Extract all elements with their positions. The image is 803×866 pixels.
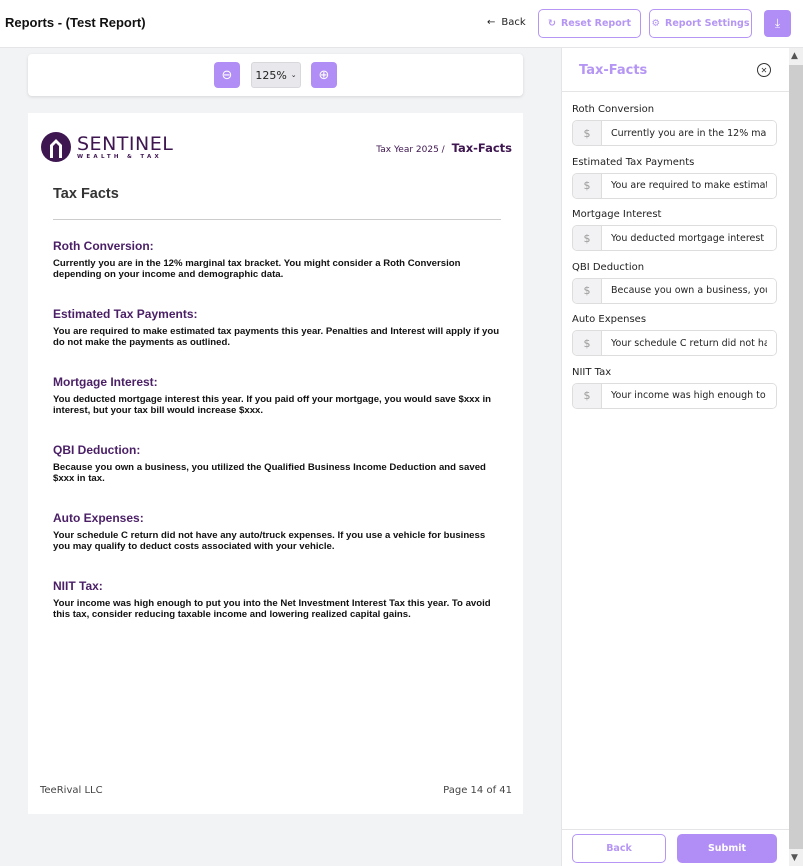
section-body: You are required to make estimated tax p… bbox=[53, 326, 500, 348]
field-label: Roth Conversion bbox=[572, 104, 655, 115]
dollar-icon: $ bbox=[573, 121, 602, 145]
refresh-icon: ↻ bbox=[548, 18, 556, 29]
dollar-icon: $ bbox=[573, 226, 602, 250]
form-field: Auto Expenses $ bbox=[572, 314, 777, 356]
submit-button[interactable]: Submit bbox=[677, 834, 777, 863]
tax-year: Tax Year 2025 bbox=[376, 145, 439, 155]
reset-report-button[interactable]: ↻ Reset Report bbox=[538, 9, 641, 38]
input-group: $ bbox=[572, 330, 777, 356]
tax-fact-section: QBI Deduction: Because you own a business… bbox=[53, 443, 503, 484]
form-field: Roth Conversion $ bbox=[572, 104, 777, 146]
sentinel-logo: SENTINEL WEALTH & TAX bbox=[41, 132, 173, 162]
panel-back-button[interactable]: Back bbox=[572, 834, 666, 863]
section-heading: Mortgage Interest: bbox=[53, 375, 158, 389]
zoom-value: 125% bbox=[255, 68, 287, 82]
section-heading: Roth Conversion: bbox=[53, 239, 154, 253]
divider bbox=[562, 91, 789, 92]
section-heading: QBI Deduction: bbox=[53, 443, 141, 457]
tax-fact-section: Roth Conversion: Currently you are in the… bbox=[53, 239, 503, 280]
close-icon[interactable]: ✕ bbox=[757, 63, 771, 77]
field-input[interactable] bbox=[602, 121, 776, 145]
form-field: Estimated Tax Payments $ bbox=[572, 157, 777, 199]
download-icon: ⤓ bbox=[774, 16, 781, 30]
field-label: QBI Deduction bbox=[572, 261, 645, 273]
back-label: Back bbox=[501, 17, 526, 28]
footer-company: TeeRival LLC bbox=[40, 785, 103, 796]
divider bbox=[53, 219, 501, 220]
scrollbar[interactable]: ▲ ▼ bbox=[789, 48, 803, 866]
report-page: SENTINEL WEALTH & TAX Tax Year 2025 / Tax… bbox=[28, 113, 523, 814]
page-number: Page 14 of 41 bbox=[443, 785, 512, 796]
field-input[interactable] bbox=[602, 383, 776, 408]
input-group: $ bbox=[572, 382, 777, 409]
gear-icon: ⚙ bbox=[651, 18, 661, 29]
form-field: NIIT Tax $ bbox=[572, 367, 777, 409]
section-body: Because you own a business, you utilized… bbox=[53, 462, 486, 484]
section-body: You deducted mortgage interest this year… bbox=[53, 394, 492, 416]
dollar-icon: $ bbox=[573, 278, 602, 303]
field-label: Mortgage Interest bbox=[572, 209, 662, 220]
edit-panel: Tax-Facts ✕ Roth Conversion$Estimated Ta… bbox=[561, 48, 789, 866]
field-label: Estimated Tax Payments bbox=[572, 156, 695, 168]
dollar-icon: $ bbox=[573, 173, 602, 198]
top-header: Reports - (Test Report) ← Back ↻ Reset Rep… bbox=[0, 0, 803, 48]
back-link[interactable]: ← Back bbox=[487, 17, 526, 28]
section-body: Your schedule C return did not have any … bbox=[53, 530, 486, 552]
zoom-out-button[interactable]: ⊖ bbox=[214, 62, 240, 88]
arrow-left-icon: ← bbox=[487, 17, 496, 28]
input-group: $ bbox=[572, 225, 777, 251]
tax-fact-section: Mortgage Interest: You deducted mortgage … bbox=[53, 375, 503, 416]
section-name: Tax-Facts bbox=[451, 141, 512, 155]
divider bbox=[562, 829, 789, 830]
zoom-select[interactable]: 125% ⌄ bbox=[251, 62, 301, 88]
tax-fact-section: Auto Expenses: Your schedule C return did… bbox=[53, 511, 503, 552]
form-field: QBI Deduction $ bbox=[572, 262, 777, 304]
chevron-down-icon: ⌄ bbox=[290, 71, 297, 79]
form-field: Mortgage Interest $ bbox=[572, 209, 777, 251]
download-button[interactable]: ⤓ bbox=[764, 10, 791, 37]
input-group: $ bbox=[572, 172, 777, 199]
zoom-toolbar: ⊖ 125% ⌄ ⊕ bbox=[28, 54, 523, 96]
section-heading: NIIT Tax: bbox=[53, 579, 103, 593]
section-heading: Estimated Tax Payments: bbox=[53, 307, 198, 321]
section-heading: Auto Expenses: bbox=[53, 511, 144, 525]
report-settings-button[interactable]: ⚙ Report Settings bbox=[649, 9, 752, 38]
brand-sub: WEALTH & TAX bbox=[77, 153, 163, 160]
panel-title: Tax-Facts bbox=[579, 63, 648, 78]
section-body: Currently you are in the 12% marginal ta… bbox=[53, 258, 461, 280]
field-input[interactable] bbox=[602, 173, 776, 198]
scroll-down-icon[interactable]: ▼ bbox=[791, 853, 798, 863]
field-label: NIIT Tax bbox=[572, 366, 612, 378]
input-group: $ bbox=[572, 277, 777, 304]
dollar-icon: $ bbox=[573, 331, 602, 355]
report-title: Tax Facts bbox=[53, 186, 119, 202]
brand-name: SENTINEL bbox=[77, 132, 174, 155]
field-input[interactable] bbox=[602, 331, 776, 355]
reset-label: Reset Report bbox=[560, 18, 631, 29]
settings-label: Report Settings bbox=[665, 18, 750, 29]
page-header-right: Tax Year 2025 / Tax-Facts bbox=[376, 141, 512, 155]
field-input[interactable] bbox=[602, 278, 776, 303]
field-label: Auto Expenses bbox=[572, 314, 647, 325]
dollar-icon: $ bbox=[573, 383, 602, 408]
tax-fact-section: NIIT Tax: Your income was high enough to … bbox=[53, 579, 503, 620]
plus-circle-icon: ⊕ bbox=[318, 67, 330, 83]
house-icon bbox=[41, 132, 71, 162]
zoom-in-button[interactable]: ⊕ bbox=[311, 62, 337, 88]
field-input[interactable] bbox=[602, 226, 776, 250]
page-title: Reports - (Test Report) bbox=[5, 15, 146, 30]
scroll-up-icon[interactable]: ▲ bbox=[791, 51, 798, 61]
tax-fact-section: Estimated Tax Payments: You are required … bbox=[53, 307, 503, 348]
minus-circle-icon: ⊖ bbox=[221, 67, 233, 83]
input-group: $ bbox=[572, 120, 777, 146]
section-body: Your income was high enough to put you i… bbox=[53, 598, 491, 620]
scrollbar-thumb[interactable] bbox=[789, 65, 803, 849]
